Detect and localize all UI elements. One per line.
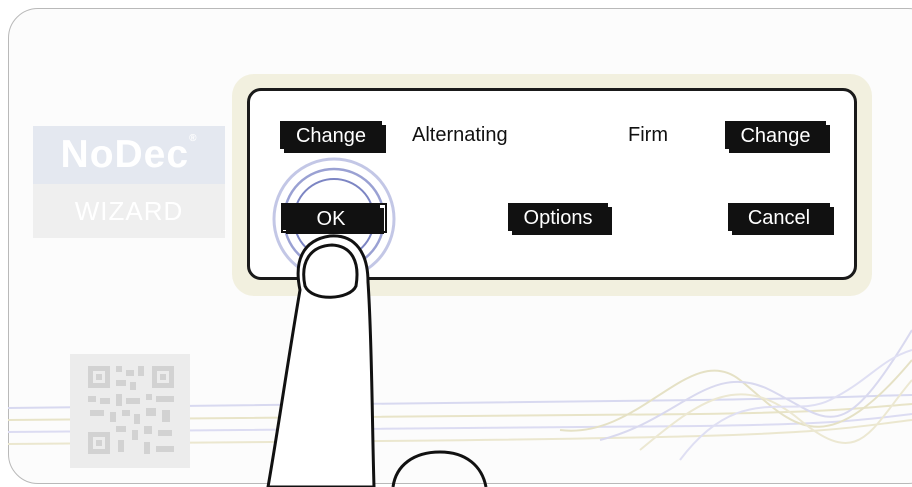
touch-interaction: OK <box>266 157 488 487</box>
ok-label: OK <box>317 208 347 230</box>
finger-icon <box>266 234 488 487</box>
